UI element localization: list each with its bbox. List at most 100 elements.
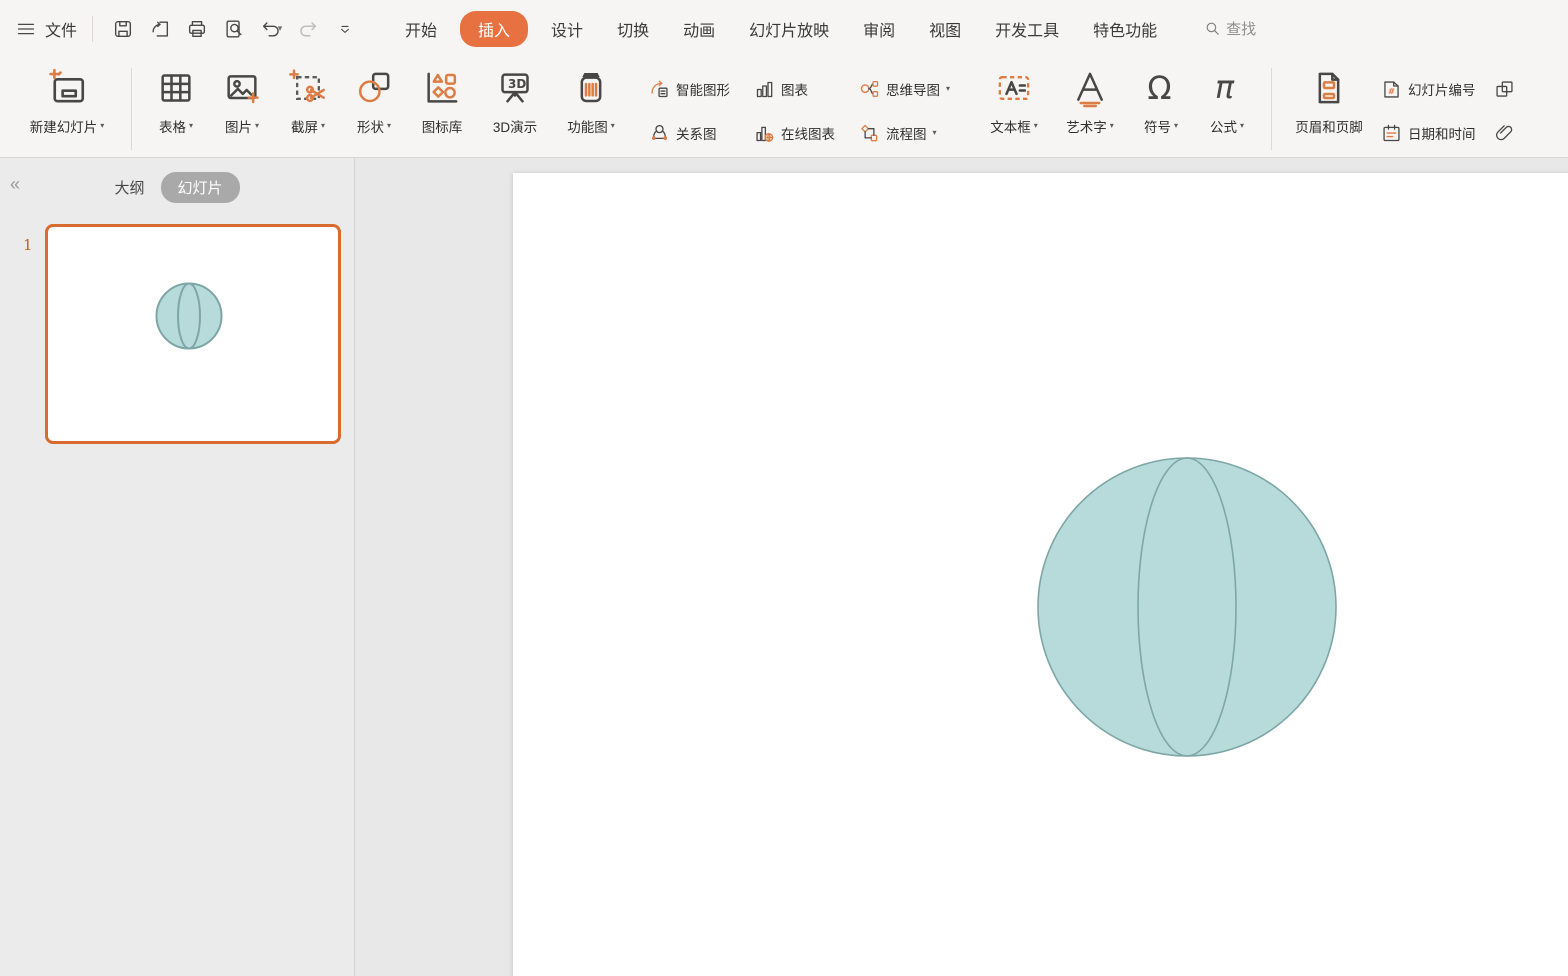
header-footer-button[interactable]: 页眉和页脚 (1283, 62, 1375, 136)
tab-outline[interactable]: 大纲 (114, 177, 144, 198)
svg-text:Ω: Ω (1147, 71, 1171, 107)
header-footer-icon (1309, 66, 1349, 110)
flowchart-button[interactable]: 流程图 ▾ (853, 112, 956, 154)
slide-number-label: 幻灯片编号 (1408, 79, 1476, 99)
chart-label: 图表 (781, 79, 808, 99)
save-button[interactable] (106, 13, 140, 45)
textbox-button[interactable]: 文本框▾ (976, 62, 1052, 136)
ribbon-stack-group-clipped (1488, 68, 1521, 154)
function-diagram-button[interactable]: 功能图▾ (553, 62, 629, 136)
flowchart-icon (859, 123, 880, 144)
ribbon: 新建幻灯片▾ 表格▾ 图片▾ (0, 57, 1568, 158)
dropdown-caret: ▾ (189, 122, 193, 130)
dropdown-caret: ▾ (1174, 122, 1178, 130)
svg-text:3D: 3D (508, 77, 526, 91)
table-button[interactable]: 表格▾ (143, 62, 209, 136)
tab-developer[interactable]: 开发工具 (978, 12, 1076, 46)
output-button[interactable] (143, 13, 177, 45)
datetime-button[interactable]: 日期和时间 (1375, 112, 1482, 154)
slide-thumbnail[interactable] (45, 224, 341, 444)
dropdown-caret: ▾ (1110, 122, 1114, 130)
screenshot-icon (288, 66, 328, 110)
ribbon-stack-group: 智能图形 关系图 图表 在线图表 (643, 68, 956, 154)
sphere-shape-thumbnail (154, 281, 224, 351)
file-menu[interactable]: 文件 (16, 17, 77, 41)
sphere-shape[interactable] (1036, 456, 1338, 758)
tab-review[interactable]: 审阅 (846, 12, 912, 46)
svg-text:#: # (1388, 85, 1395, 95)
table-icon (156, 66, 196, 110)
mindmap-label: 思维导图 (886, 79, 940, 99)
dropdown-caret: ▾ (1240, 122, 1244, 130)
customize-quick-access-button[interactable] (328, 13, 362, 45)
mindmap-icon (859, 79, 880, 100)
relation-diagram-icon (649, 123, 670, 144)
redo-button[interactable] (291, 13, 325, 45)
dropdown-caret: ▾ (387, 122, 391, 130)
screenshot-button[interactable]: 截屏▾ (275, 62, 341, 136)
tab-view[interactable]: 视图 (912, 12, 978, 46)
formula-icon: π (1207, 66, 1247, 110)
attachment-button[interactable] (1488, 112, 1521, 154)
print-button[interactable] (180, 13, 214, 45)
tab-special-features[interactable]: 特色功能 (1076, 12, 1174, 46)
chart-button[interactable]: 图表 (748, 68, 841, 110)
slide-number-icon: # (1381, 79, 1402, 100)
smart-graphics-button[interactable]: 智能图形 (643, 68, 736, 110)
object-button[interactable] (1488, 68, 1521, 110)
shapes-button[interactable]: 形状▾ (341, 62, 407, 136)
search-icon (1204, 20, 1221, 37)
slide-number-button[interactable]: # 幻灯片编号 (1375, 68, 1482, 110)
online-chart-label: 在线图表 (781, 123, 835, 143)
symbol-button[interactable]: Ω 符号▾ (1128, 62, 1194, 136)
smart-graphics-label: 智能图形 (676, 79, 730, 99)
screenshot-label: 截屏 (291, 116, 318, 136)
menu-bar: 文件 ▾ 开始 插入 设 (0, 0, 1568, 57)
redo-icon (297, 18, 319, 40)
find-label: 查找 (1226, 18, 1256, 39)
symbol-icon: Ω (1141, 66, 1181, 110)
slide-canvas[interactable] (513, 173, 1568, 976)
header-footer-label: 页眉和页脚 (1295, 116, 1363, 136)
find-button[interactable]: 查找 (1204, 18, 1256, 39)
object-icon (1494, 79, 1515, 100)
menu-tabs: 开始 插入 设计 切换 动画 幻灯片放映 审阅 视图 开发工具 特色功能 (388, 11, 1174, 47)
tab-animations[interactable]: 动画 (666, 12, 732, 46)
new-slide-icon (46, 66, 88, 110)
tab-home[interactable]: 开始 (388, 12, 454, 46)
slides-panel: « 大纲 幻灯片 1 (0, 158, 355, 976)
datetime-icon (1381, 123, 1402, 144)
slide-thumbnail-number: 1 (23, 236, 33, 254)
editing-canvas[interactable] (356, 158, 1568, 976)
undo-button[interactable]: ▾ (254, 13, 288, 45)
formula-button[interactable]: π 公式▾ (1194, 62, 1260, 136)
tab-slides[interactable]: 幻灯片 (161, 172, 240, 203)
picture-button[interactable]: 图片▾ (209, 62, 275, 136)
textbox-label: 文本框 (990, 116, 1031, 136)
dropdown-caret: ▾ (255, 122, 259, 130)
icon-library-button[interactable]: 图标库 (407, 62, 477, 136)
save-icon (112, 18, 134, 40)
tab-transitions[interactable]: 切换 (600, 12, 666, 46)
relation-diagram-button[interactable]: 关系图 (643, 112, 736, 154)
shapes-label: 形状 (357, 116, 384, 136)
new-slide-button[interactable]: 新建幻灯片▾ (14, 62, 120, 136)
new-slide-label: 新建幻灯片 (30, 116, 98, 136)
undo-dropdown-caret[interactable]: ▾ (278, 23, 283, 34)
collapse-panel-icon[interactable]: « (10, 174, 18, 195)
online-chart-button[interactable]: 在线图表 (748, 112, 841, 154)
print-preview-button[interactable] (217, 13, 251, 45)
tab-insert[interactable]: 插入 (460, 11, 528, 47)
ribbon-separator (1271, 68, 1272, 150)
slides-panel-header: « 大纲 幻灯片 (0, 158, 354, 216)
wordart-button[interactable]: 艺术字▾ (1052, 62, 1128, 136)
tab-slideshow[interactable]: 幻灯片放映 (732, 12, 846, 46)
mindmap-button[interactable]: 思维导图 ▾ (853, 68, 956, 110)
tab-design[interactable]: 设计 (534, 12, 600, 46)
flowchart-label: 流程图 (886, 123, 927, 143)
presentation-3d-button[interactable]: 3D 3D演示 (477, 62, 553, 136)
dropdown-caret: ▾ (946, 85, 950, 93)
wordart-icon (1070, 66, 1110, 110)
dropdown-caret: ▾ (321, 122, 325, 130)
function-diagram-label: 功能图 (567, 116, 608, 136)
